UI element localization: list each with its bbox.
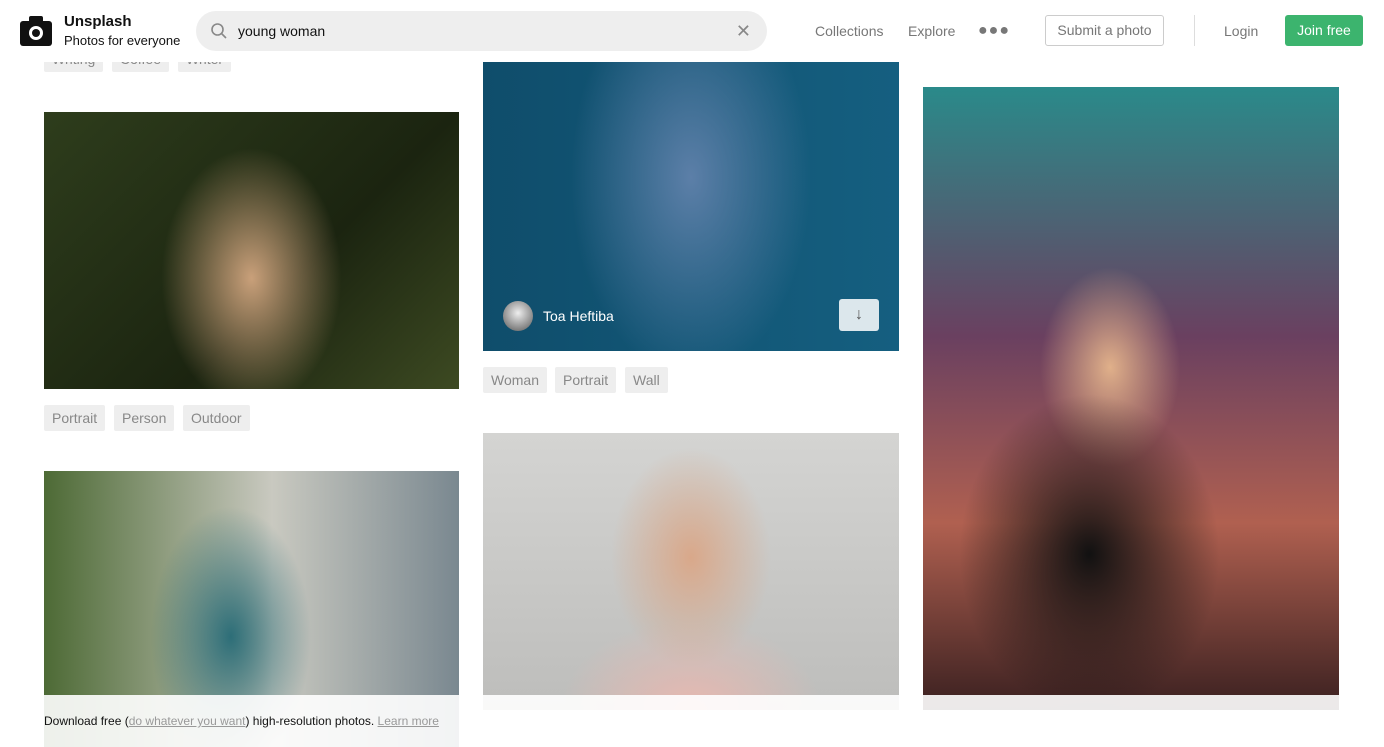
license-link[interactable]: do whatever you want [129, 714, 246, 728]
download-icon: ↓ [855, 306, 863, 323]
search-input[interactable] [238, 11, 718, 51]
submit-photo-button[interactable]: Submit a photo [1045, 15, 1164, 46]
search-icon [211, 23, 227, 39]
brand-tagline: Photos for everyone [64, 33, 181, 48]
photo-woman-black-top[interactable] [923, 87, 1339, 710]
more-icon[interactable]: ●●● [978, 22, 1010, 40]
divider [1194, 15, 1195, 46]
tag[interactable]: Person [114, 405, 175, 431]
photo-denim-jacket[interactable]: Toa Heftiba ↓ [483, 62, 899, 351]
tag[interactable]: Portrait [555, 367, 617, 393]
learn-more-link[interactable]: Learn more [378, 714, 439, 728]
nav-collections[interactable]: Collections [815, 23, 883, 39]
tag[interactable]: Portrait [44, 405, 106, 431]
photo-woman-leaves[interactable] [44, 112, 459, 389]
tag[interactable]: Woman [483, 367, 547, 393]
camera-logo-icon[interactable] [20, 16, 52, 46]
tag[interactable]: Outdoor [183, 405, 250, 431]
login-link[interactable]: Login [1224, 23, 1258, 39]
nav-explore[interactable]: Explore [908, 23, 955, 39]
download-button[interactable]: ↓ [839, 299, 879, 331]
tag[interactable]: Wall [625, 367, 668, 393]
download-banner: Download free (do whatever you want) hig… [0, 695, 1384, 747]
photo-author[interactable]: Toa Heftiba [503, 301, 614, 331]
join-free-button[interactable]: Join free [1285, 15, 1363, 46]
banner-text: Download free ( [44, 714, 129, 728]
brand[interactable]: Unsplash Photos for everyone [64, 13, 180, 48]
photo-woman-glasses[interactable] [483, 433, 899, 710]
brand-name: Unsplash [64, 13, 132, 30]
header: Unsplash Photos for everyone ✕ Collectio… [0, 0, 1384, 62]
clear-search-icon[interactable]: ✕ [736, 21, 751, 42]
author-avatar [503, 301, 533, 331]
search-bar: ✕ [196, 11, 767, 51]
author-name: Toa Heftiba [543, 308, 614, 324]
banner-text: ) high-resolution photos. [245, 714, 378, 728]
